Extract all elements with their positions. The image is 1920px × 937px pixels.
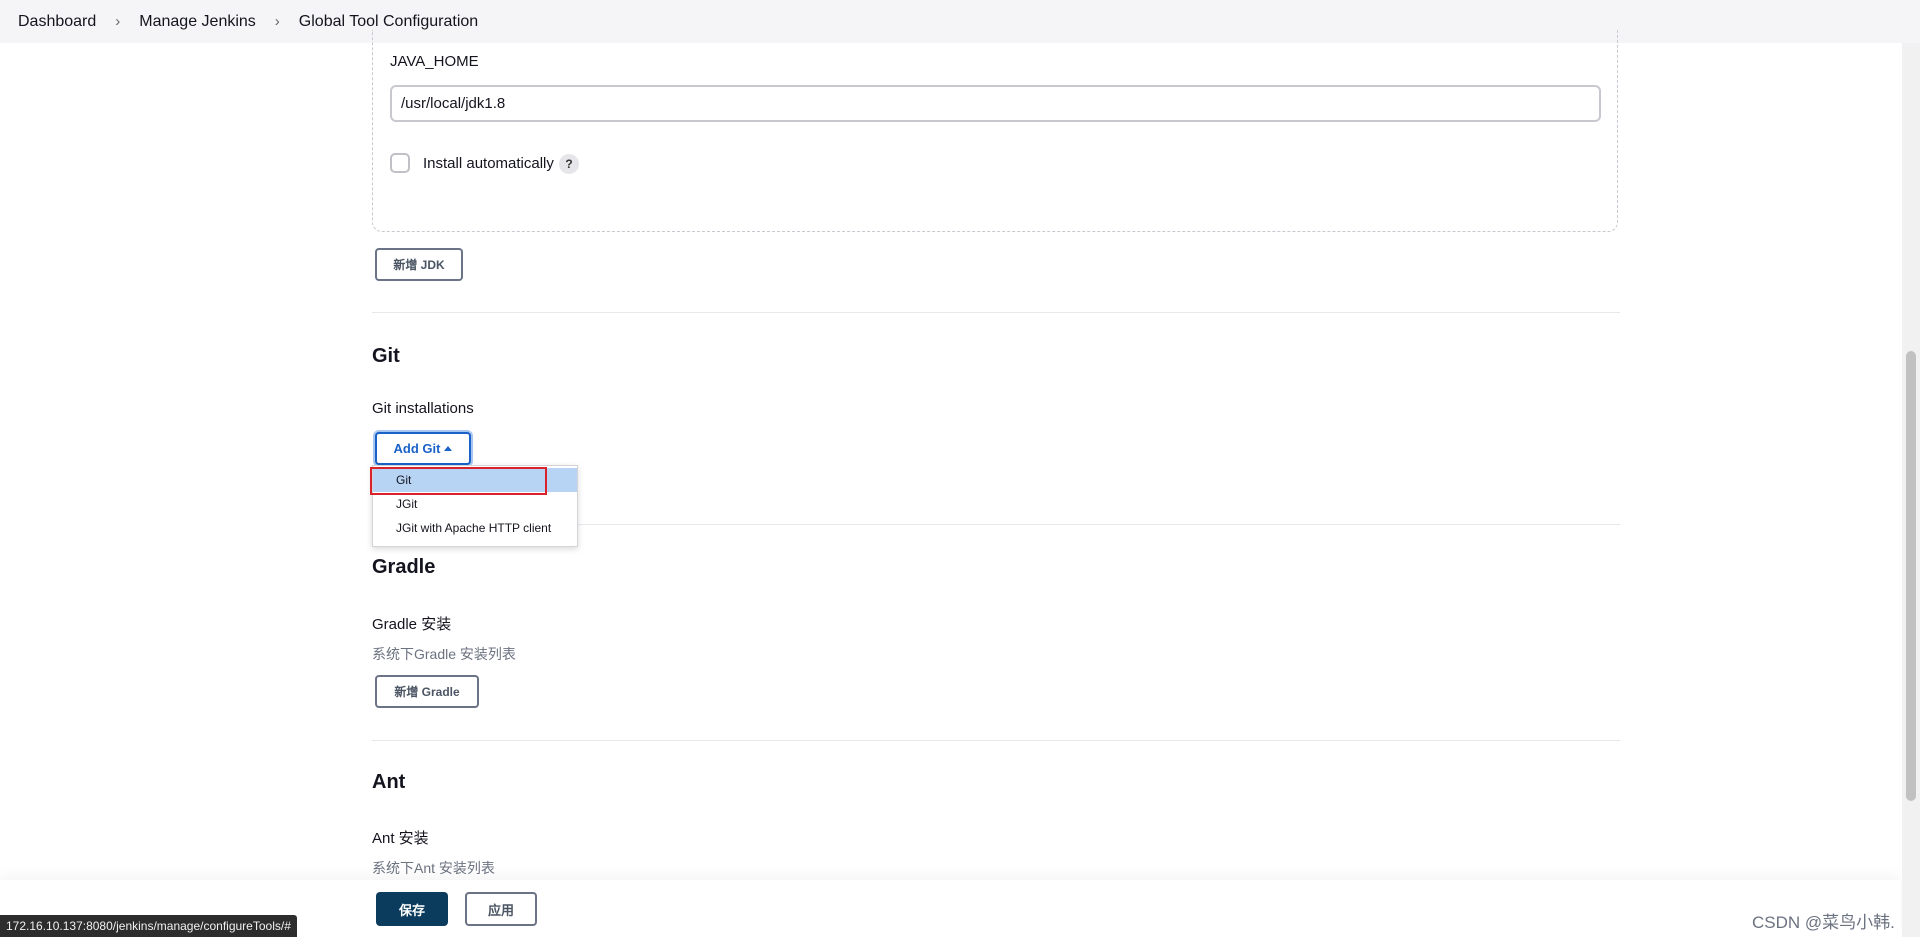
breadcrumb-manage-jenkins[interactable]: Manage Jenkins xyxy=(121,13,256,31)
chevron-right-icon: › xyxy=(274,13,280,30)
breadcrumb-dashboard[interactable]: Dashboard xyxy=(0,13,96,31)
add-git-label: Add Git xyxy=(393,441,441,456)
status-bar-url: 172.16.10.137:8080/jenkins/manage/config… xyxy=(0,915,297,937)
jdk-installation-panel xyxy=(372,30,1618,232)
git-installations-label: Git installations xyxy=(372,400,474,417)
watermark: CSDN @菜鸟小韩. xyxy=(1752,913,1895,932)
ant-description: 系统下Ant 安装列表 xyxy=(372,860,495,876)
ant-section-title: Ant xyxy=(372,771,406,793)
add-jdk-button[interactable]: 新增 JDK xyxy=(375,248,463,281)
menu-item-git[interactable]: Git xyxy=(373,468,577,492)
install-automatically-checkbox[interactable] xyxy=(390,153,410,173)
add-git-button[interactable]: Add Git xyxy=(375,432,471,465)
gradle-installations-label: Gradle 安装 xyxy=(372,616,452,633)
main-content: Dashboard › Manage Jenkins › Global Tool… xyxy=(0,0,1920,937)
add-gradle-button[interactable]: 新增 Gradle xyxy=(375,675,479,708)
add-git-dropdown-menu: Git JGit JGit with Apache HTTP client xyxy=(372,465,578,547)
section-divider xyxy=(372,312,1620,313)
menu-item-jgit-apache[interactable]: JGit with Apache HTTP client xyxy=(373,516,577,540)
apply-button[interactable]: 应用 xyxy=(465,892,537,926)
gradle-description: 系统下Gradle 安装列表 xyxy=(372,646,516,662)
install-automatically-label: Install automatically xyxy=(423,155,554,172)
menu-item-jgit[interactable]: JGit xyxy=(373,492,577,516)
ant-installations-label: Ant 安装 xyxy=(372,830,429,847)
section-divider xyxy=(372,740,1620,741)
chevron-right-icon: › xyxy=(115,13,121,30)
java-home-label: JAVA_HOME xyxy=(390,53,479,70)
caret-up-icon xyxy=(444,446,453,451)
vertical-scrollbar[interactable] xyxy=(1902,43,1920,937)
java-home-input[interactable] xyxy=(390,85,1601,122)
gradle-section-title: Gradle xyxy=(372,556,436,578)
breadcrumb-global-tool-configuration[interactable]: Global Tool Configuration xyxy=(281,13,478,31)
help-icon[interactable]: ? xyxy=(559,154,579,174)
save-button[interactable]: 保存 xyxy=(376,892,448,926)
git-section-title: Git xyxy=(372,345,400,367)
scrollbar-thumb[interactable] xyxy=(1906,351,1916,801)
